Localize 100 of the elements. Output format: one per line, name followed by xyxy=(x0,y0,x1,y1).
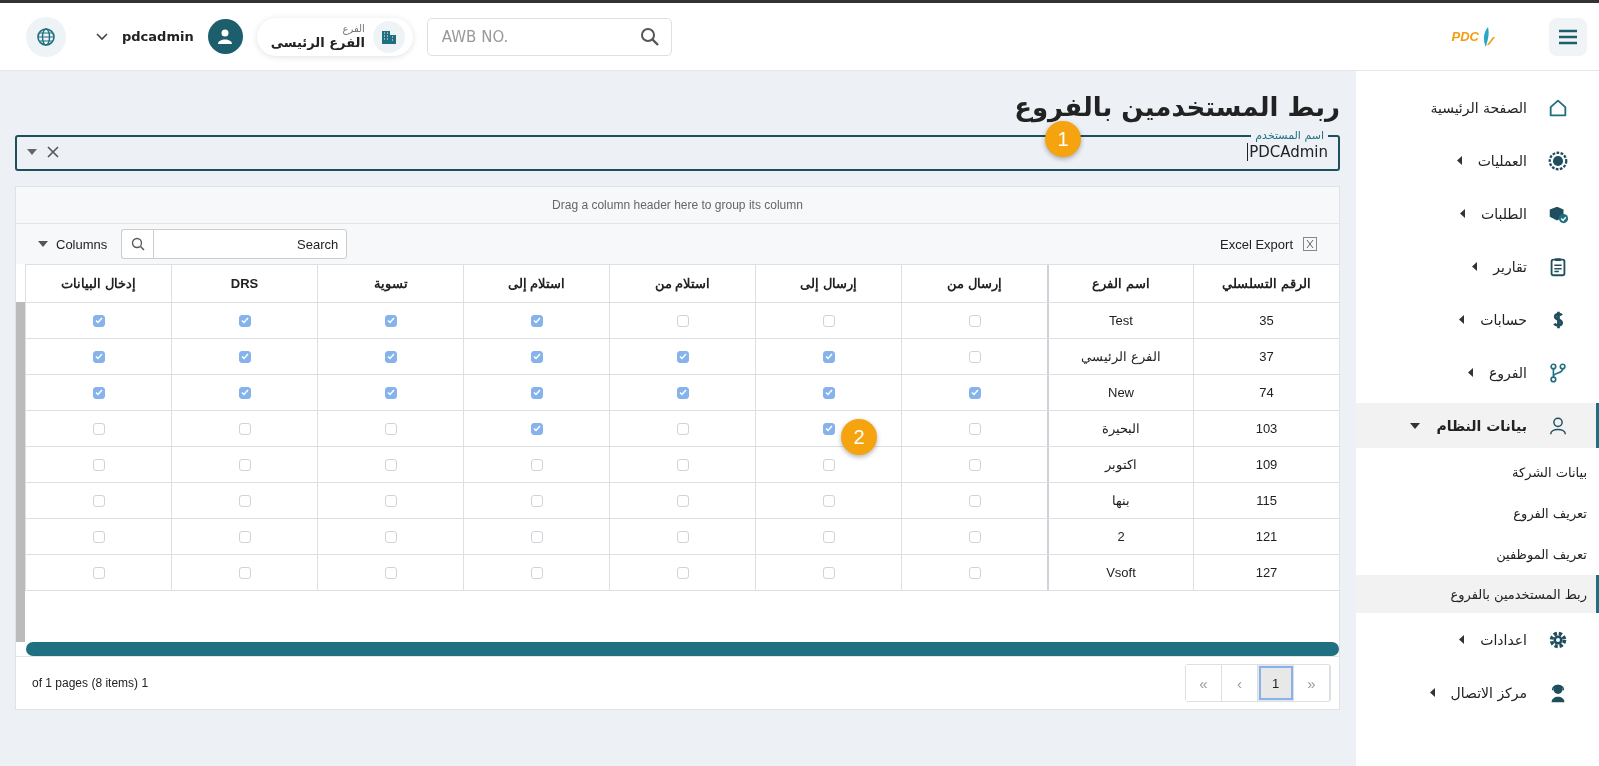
checkbox[interactable] xyxy=(530,350,543,363)
checkbox[interactable] xyxy=(384,458,397,471)
checkbox[interactable] xyxy=(822,494,835,507)
checkbox[interactable] xyxy=(968,494,981,507)
checkbox[interactable] xyxy=(968,566,981,579)
sidebar-subitem[interactable]: تعريف الموظفين xyxy=(1356,534,1599,575)
checkbox[interactable] xyxy=(384,494,397,507)
checkbox[interactable] xyxy=(968,458,981,471)
checkbox[interactable] xyxy=(530,386,543,399)
column-header[interactable]: إرسال إلى xyxy=(755,265,901,302)
checkbox[interactable] xyxy=(92,422,105,435)
checkbox[interactable] xyxy=(822,458,835,471)
checkbox[interactable] xyxy=(238,458,251,471)
chevron-down-icon[interactable] xyxy=(96,32,108,41)
columns-button[interactable]: Columns xyxy=(32,235,114,253)
checkbox[interactable] xyxy=(676,386,689,399)
sidebar-item[interactable]: الطلبات xyxy=(1356,187,1599,240)
checkbox[interactable] xyxy=(238,422,251,435)
branch-label: الفرع xyxy=(342,22,365,35)
column-header[interactable]: استلام من xyxy=(609,265,755,302)
column-header[interactable]: اسم الفرع xyxy=(1047,265,1193,302)
checkbox[interactable] xyxy=(822,386,835,399)
checkbox[interactable] xyxy=(530,422,543,435)
grid-search-field[interactable]: Search xyxy=(153,229,348,259)
sidebar-item[interactable]: الصفحة الرئيسية xyxy=(1356,81,1599,134)
checkbox[interactable] xyxy=(822,314,835,327)
language-button[interactable] xyxy=(26,16,66,57)
checkbox[interactable] xyxy=(968,314,981,327)
column-header[interactable]: إدخال البيانات xyxy=(25,265,171,302)
checkbox[interactable] xyxy=(238,530,251,543)
checkbox[interactable] xyxy=(530,314,543,327)
page-button[interactable]: 1 xyxy=(1258,665,1294,701)
checkbox[interactable] xyxy=(822,530,835,543)
sidebar-item[interactable]: تقارير xyxy=(1356,240,1599,293)
checkbox[interactable] xyxy=(676,530,689,543)
checkbox[interactable] xyxy=(530,530,543,543)
sidebar-item[interactable]: اعدادات xyxy=(1356,613,1599,666)
checkbox[interactable] xyxy=(968,386,981,399)
checkbox[interactable] xyxy=(384,566,397,579)
branch-selector[interactable]: الفرع الفرع الرئيسى xyxy=(256,17,413,56)
checkbox[interactable] xyxy=(238,494,251,507)
checkbox[interactable] xyxy=(384,386,397,399)
checkbox[interactable] xyxy=(676,314,689,327)
menu-icon xyxy=(1558,28,1578,45)
sidebar-subitem[interactable]: بيانات الشركة xyxy=(1356,452,1599,493)
table-cell: 2 xyxy=(1047,519,1193,554)
column-header[interactable]: تسوية xyxy=(317,265,463,302)
checkbox[interactable] xyxy=(384,314,397,327)
scrollbar[interactable] xyxy=(16,302,25,642)
checkbox[interactable] xyxy=(968,530,981,543)
checkbox[interactable] xyxy=(968,350,981,363)
checkbox[interactable] xyxy=(822,422,835,435)
checkbox[interactable] xyxy=(822,566,835,579)
checkbox[interactable] xyxy=(238,350,251,363)
checkbox[interactable] xyxy=(676,350,689,363)
checkbox[interactable] xyxy=(676,566,689,579)
checkbox[interactable] xyxy=(92,350,105,363)
sidebar-item[interactable]: حسابات xyxy=(1356,293,1599,346)
column-header[interactable]: الرقم التسلسلي xyxy=(1193,265,1339,302)
sidebar-subitem[interactable]: تعريف الفروع xyxy=(1356,493,1599,534)
checkbox[interactable] xyxy=(238,566,251,579)
scrollbar[interactable] xyxy=(26,642,1339,656)
checkbox[interactable] xyxy=(822,350,835,363)
checkbox[interactable] xyxy=(384,530,397,543)
checkbox[interactable] xyxy=(530,494,543,507)
checkbox[interactable] xyxy=(384,350,397,363)
username[interactable]: pdcadmin xyxy=(122,29,194,44)
checkbox[interactable] xyxy=(676,494,689,507)
column-header[interactable]: DRS xyxy=(171,265,317,302)
checkbox[interactable] xyxy=(676,458,689,471)
sidebar-subitem[interactable]: ربط المستخدمين بالفروع xyxy=(1356,575,1599,613)
sidebar-item[interactable]: مركز الاتصال xyxy=(1356,666,1599,719)
search-button[interactable] xyxy=(121,229,154,259)
sidebar-item[interactable]: بيانات النظام xyxy=(1356,403,1599,448)
checkbox[interactable] xyxy=(92,530,105,543)
checkbox[interactable] xyxy=(238,386,251,399)
awb-search-field[interactable]: AWB NO. xyxy=(426,17,672,56)
table-cell: 127 xyxy=(1193,555,1339,590)
checkbox[interactable] xyxy=(676,422,689,435)
column-header[interactable]: استلام إلى xyxy=(463,265,609,302)
avatar[interactable] xyxy=(207,19,243,54)
checkbox[interactable] xyxy=(238,314,251,327)
checkbox[interactable] xyxy=(92,314,105,327)
checkbox[interactable] xyxy=(530,458,543,471)
table-cell: البحيرة xyxy=(1047,411,1193,446)
table-cell: 35 xyxy=(1193,303,1339,338)
sidebar-item[interactable]: العمليات xyxy=(1356,134,1599,187)
checkbox[interactable] xyxy=(968,422,981,435)
column-header[interactable]: إرسال من xyxy=(901,265,1047,302)
excel-export-button[interactable]: Excel Export xyxy=(1214,235,1323,253)
checkbox[interactable] xyxy=(92,386,105,399)
checkbox[interactable] xyxy=(384,422,397,435)
checkbox[interactable] xyxy=(92,566,105,579)
caret-down-icon[interactable] xyxy=(27,149,37,155)
close-icon[interactable] xyxy=(47,146,59,158)
checkbox[interactable] xyxy=(92,494,105,507)
sidebar-item[interactable]: الفروع xyxy=(1356,346,1599,399)
checkbox[interactable] xyxy=(530,566,543,579)
menu-button[interactable] xyxy=(1549,17,1587,56)
checkbox[interactable] xyxy=(92,458,105,471)
